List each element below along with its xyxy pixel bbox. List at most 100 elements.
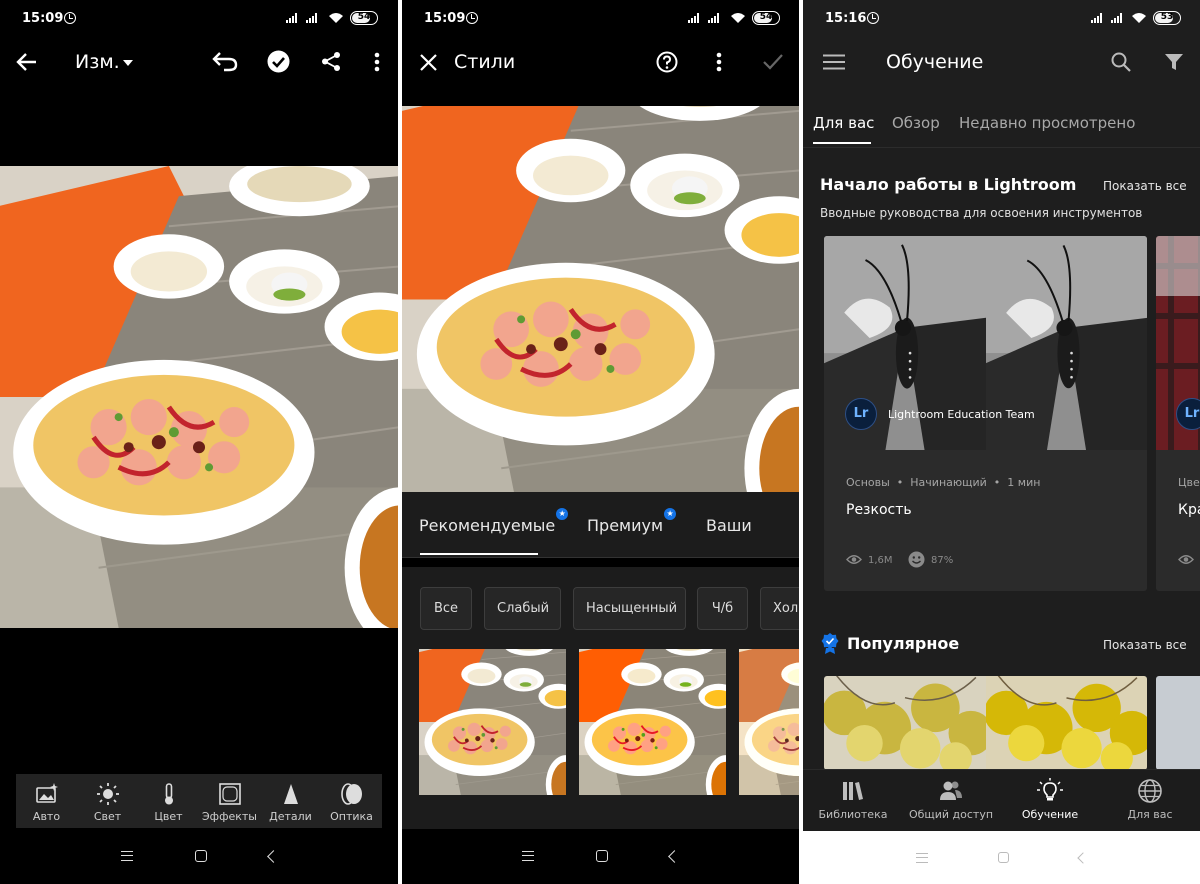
show-all-link[interactable]: Показать все <box>1103 179 1187 193</box>
status-bar: 15:16 53 <box>803 0 1200 38</box>
back-icon[interactable] <box>1077 851 1089 864</box>
tutorial-card[interactable]: Lr Цве Кра <box>1156 236 1200 591</box>
auto-icon <box>35 783 58 803</box>
tutorial-card[interactable] <box>824 676 1147 770</box>
preset-thumb[interactable] <box>419 649 566 795</box>
signal-icon <box>1091 13 1102 23</box>
nav-library[interactable]: Библиотека <box>805 778 901 821</box>
recent-apps-icon[interactable] <box>522 851 534 861</box>
tab-label: Ваши <box>706 516 752 535</box>
tutorial-card[interactable] <box>1156 676 1200 770</box>
preset-thumb[interactable] <box>739 649 799 795</box>
battery-icon: 54 <box>752 11 780 25</box>
chip-all[interactable]: Все <box>420 587 472 630</box>
battery-level: 54 <box>759 12 773 22</box>
star-badge-icon: ★ <box>664 508 677 520</box>
tab-recommended[interactable]: Рекомендуемые ★ <box>419 508 569 535</box>
chip-weak[interactable]: Слабый <box>484 587 561 630</box>
section-title: Начало работы в Lightroom <box>820 175 1077 194</box>
nav-label: Библиотека <box>818 808 888 821</box>
hamburger-menu-icon[interactable] <box>823 54 845 70</box>
chip-cool[interactable]: Хол <box>760 587 799 630</box>
preset-thumb[interactable] <box>579 649 726 795</box>
nav-sharing[interactable]: Общий доступ <box>903 778 999 821</box>
chip-saturated[interactable]: Насыщенный <box>573 587 686 630</box>
meta-level: Основы <box>846 476 890 489</box>
preset-categories: Все Слабый Насыщенный Ч/б Хол <box>402 567 799 649</box>
nav-discover[interactable]: Для вас <box>1102 778 1198 821</box>
author-name: Lightroom Education Team <box>888 408 1035 421</box>
filter-icon[interactable] <box>1165 53 1183 71</box>
rating-smile-icon <box>908 551 925 568</box>
tool-color[interactable]: Цвет <box>139 774 199 828</box>
alarm-icon <box>64 12 76 24</box>
more-vertical-icon[interactable] <box>374 52 380 72</box>
tool-light[interactable]: Свет <box>78 774 138 828</box>
status-time: 15:09 <box>424 11 466 26</box>
tool-label: Авто <box>32 810 61 823</box>
undo-icon[interactable] <box>212 50 238 72</box>
battery-level: 54 <box>357 12 371 22</box>
learn-icon <box>1037 778 1063 801</box>
tool-optics[interactable]: Оптика <box>322 774 382 828</box>
section-title: Популярное <box>847 634 960 653</box>
tool-details[interactable]: Детали <box>261 774 321 828</box>
tool-auto[interactable]: Авто <box>17 774 77 828</box>
nav-learn[interactable]: Обучение <box>1002 778 1098 821</box>
android-nav-bar <box>0 828 398 884</box>
check-icon[interactable] <box>267 50 290 73</box>
chip-bw[interactable]: Ч/б <box>697 587 748 630</box>
alarm-icon <box>867 12 879 24</box>
search-icon[interactable] <box>1111 52 1131 72</box>
signal-icon <box>286 13 297 23</box>
tab-yours[interactable]: Ваши <box>706 516 752 535</box>
chevron-down-icon[interactable] <box>122 59 134 67</box>
home-icon[interactable] <box>596 850 608 862</box>
learn-title: Обучение <box>886 51 984 73</box>
tab-overview[interactable]: Обзор <box>892 114 940 132</box>
home-icon[interactable] <box>194 850 207 862</box>
presets-panel: 15:09 54 Стили Рекомендуемые ★ Премиум ★ В… <box>402 0 799 884</box>
sharing-icon <box>940 781 962 800</box>
help-icon[interactable] <box>656 51 678 73</box>
tool-label: Цвет <box>154 810 183 823</box>
card-title: Резкость <box>846 502 912 518</box>
nav-label: Обучение <box>1021 808 1079 821</box>
tab-premium[interactable]: Премиум ★ <box>587 508 677 535</box>
effects-icon <box>218 783 241 805</box>
back-arrow-icon[interactable] <box>16 52 38 72</box>
apply-check-icon[interactable] <box>763 54 783 70</box>
battery-icon: 53 <box>1153 11 1181 25</box>
learn-tabs: Для вас Обзор Недавно просмотрено <box>803 100 1200 148</box>
tab-for-you[interactable]: Для вас <box>813 114 874 132</box>
recent-apps-icon[interactable] <box>120 851 133 861</box>
more-vertical-icon[interactable] <box>716 52 722 72</box>
close-icon[interactable] <box>420 54 437 71</box>
edit-toolbar: Изм. <box>0 38 398 86</box>
edit-panel: 15:09 54 Изм. Авто Свет Цвет Эффекты Дет… <box>0 0 398 884</box>
presets-title: Стили <box>454 51 516 73</box>
photo-preview[interactable] <box>402 106 799 493</box>
globe-icon <box>1138 779 1162 803</box>
tool-effects[interactable]: Эффекты <box>200 774 260 828</box>
tool-label: Детали <box>269 810 312 823</box>
photo-preview[interactable] <box>0 166 398 628</box>
edit-tools-bar: Авто Свет Цвет Эффекты Детали Оптика <box>16 774 382 828</box>
status-time: 15:09 <box>22 11 64 26</box>
rating-percent: 87% <box>931 555 954 566</box>
recent-apps-icon[interactable] <box>916 852 928 863</box>
mode-title[interactable]: Изм. <box>75 51 120 73</box>
active-tab-indicator <box>813 142 871 144</box>
presets-toolbar: Стили <box>402 38 799 86</box>
wifi-icon <box>731 13 745 23</box>
tutorial-card[interactable]: Lr Lightroom Education Team Основы • Нач… <box>824 236 1147 591</box>
card-meta: Цве <box>1178 476 1200 489</box>
back-icon[interactable] <box>668 849 681 863</box>
home-icon[interactable] <box>998 852 1009 863</box>
tab-label: Премиум <box>587 516 664 535</box>
tab-recent[interactable]: Недавно просмотрено <box>959 114 1135 132</box>
show-all-link[interactable]: Показать все <box>1103 638 1187 652</box>
back-icon[interactable] <box>266 849 280 863</box>
share-icon[interactable] <box>321 51 341 72</box>
battery-level: 53 <box>1160 12 1174 22</box>
